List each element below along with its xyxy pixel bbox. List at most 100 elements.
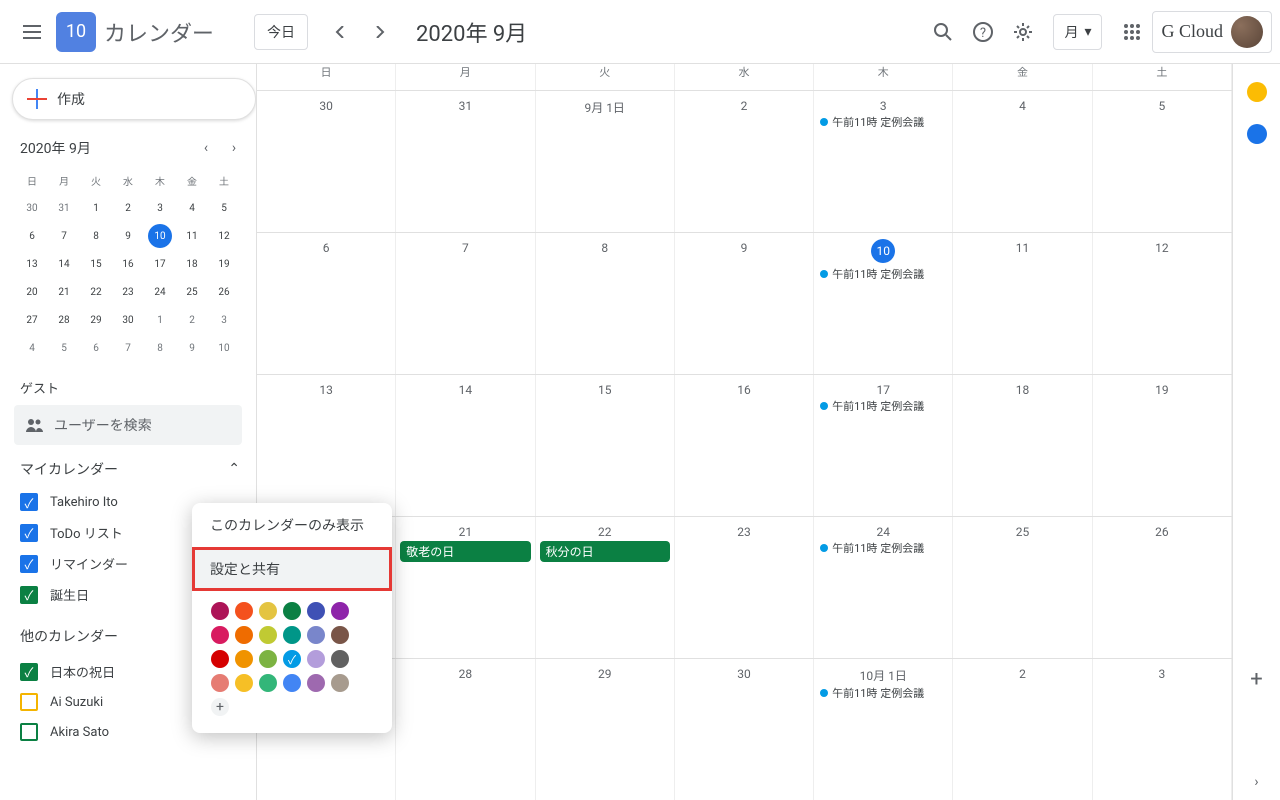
calendar-checkbox[interactable]: ✓ <box>20 586 38 604</box>
holiday-event[interactable]: 敬老の日 <box>400 541 530 562</box>
color-swatch[interactable] <box>235 674 253 692</box>
mini-cal-day[interactable]: 5 <box>48 334 80 362</box>
hamburger-icon[interactable] <box>8 8 56 56</box>
calendar-checkbox[interactable]: ✓ <box>20 524 38 542</box>
grid-cell[interactable]: 3午前11時 定例会議 <box>814 91 953 232</box>
grid-cell[interactable]: 11 <box>953 233 1092 374</box>
mini-calendar[interactable]: 日月火水木金土303112345678910111213141516171819… <box>16 166 240 362</box>
view-select[interactable]: 月▾ <box>1053 14 1102 50</box>
mini-cal-day[interactable]: 17 <box>144 250 176 278</box>
grid-cell[interactable]: 7 <box>396 233 535 374</box>
grid-cell[interactable]: 2 <box>953 659 1092 800</box>
grid-cell[interactable]: 30 <box>257 91 396 232</box>
tasks-icon[interactable] <box>1247 124 1267 144</box>
color-swatch[interactable] <box>211 674 229 692</box>
mini-cal-day[interactable]: 4 <box>176 194 208 222</box>
holiday-event[interactable]: 秋分の日 <box>540 541 670 562</box>
grid-cell[interactable]: 17午前11時 定例会議 <box>814 375 953 516</box>
event-item[interactable]: 午前11時 定例会議 <box>816 397 950 415</box>
calendar-checkbox[interactable]: ✓ <box>20 663 38 681</box>
add-addon-icon[interactable]: + <box>1250 667 1262 752</box>
color-swatch[interactable] <box>283 626 301 644</box>
mini-cal-day[interactable]: 18 <box>176 250 208 278</box>
grid-cell[interactable]: 19 <box>1093 375 1232 516</box>
prev-month-button[interactable] <box>320 12 360 52</box>
grid-cell[interactable]: 5 <box>1093 91 1232 232</box>
grid-cell[interactable]: 24午前11時 定例会議 <box>814 517 953 658</box>
grid-cell[interactable]: 8 <box>536 233 675 374</box>
mini-cal-day[interactable]: 21 <box>48 278 80 306</box>
grid-cell[interactable]: 10月 1日午前11時 定例会議 <box>814 659 953 800</box>
event-item[interactable]: 午前11時 定例会議 <box>816 265 950 283</box>
grid-cell[interactable]: 9 <box>675 233 814 374</box>
mini-cal-day[interactable]: 5 <box>208 194 240 222</box>
mini-cal-day[interactable]: 2 <box>176 306 208 334</box>
color-swatch[interactable] <box>259 626 277 644</box>
color-swatch[interactable] <box>235 650 253 668</box>
mini-cal-day[interactable]: 10 <box>148 224 172 248</box>
grid-cell[interactable]: 21敬老の日 <box>396 517 535 658</box>
mini-cal-day[interactable]: 23 <box>112 278 144 306</box>
mini-cal-day[interactable]: 1 <box>144 306 176 334</box>
mini-cal-day[interactable]: 6 <box>16 222 48 250</box>
mini-cal-day[interactable]: 7 <box>112 334 144 362</box>
mini-cal-day[interactable]: 27 <box>16 306 48 334</box>
mini-cal-day[interactable]: 3 <box>144 194 176 222</box>
grid-cell[interactable]: 2 <box>675 91 814 232</box>
mini-cal-day[interactable]: 1 <box>80 194 112 222</box>
mini-cal-day[interactable]: 28 <box>48 306 80 334</box>
grid-cell[interactable]: 30 <box>675 659 814 800</box>
color-swatch[interactable] <box>307 626 325 644</box>
grid-cell[interactable]: 13 <box>257 375 396 516</box>
calendar-checkbox[interactable] <box>20 723 38 741</box>
mini-cal-day[interactable]: 16 <box>112 250 144 278</box>
grid-cell[interactable]: 15 <box>536 375 675 516</box>
grid-cell[interactable]: 4 <box>953 91 1092 232</box>
color-swatch[interactable] <box>331 602 349 620</box>
color-swatch[interactable] <box>307 602 325 620</box>
event-item[interactable]: 午前11時 定例会議 <box>816 113 950 131</box>
calendar-checkbox[interactable]: ✓ <box>20 493 38 511</box>
mini-cal-day[interactable]: 9 <box>176 334 208 362</box>
event-item[interactable]: 午前11時 定例会議 <box>816 684 950 702</box>
mini-cal-day[interactable]: 24 <box>144 278 176 306</box>
search-users-input[interactable]: ユーザーを検索 <box>14 405 242 445</box>
mini-cal-day[interactable]: 15 <box>80 250 112 278</box>
mini-cal-day[interactable]: 11 <box>176 222 208 250</box>
color-swatch[interactable] <box>283 674 301 692</box>
grid-cell[interactable]: 16 <box>675 375 814 516</box>
grid-cell[interactable]: 18 <box>953 375 1092 516</box>
color-swatch[interactable] <box>259 674 277 692</box>
grid-cell[interactable]: 10午前11時 定例会議 <box>814 233 953 374</box>
next-month-button[interactable] <box>360 12 400 52</box>
mini-cal-day[interactable]: 8 <box>144 334 176 362</box>
color-swatch[interactable] <box>331 626 349 644</box>
grid-cell[interactable]: 9月 1日 <box>536 91 675 232</box>
mini-cal-day[interactable]: 10 <box>208 334 240 362</box>
calendar-checkbox[interactable] <box>20 693 38 711</box>
mini-cal-day[interactable]: 4 <box>16 334 48 362</box>
mini-cal-day[interactable]: 12 <box>208 222 240 250</box>
color-swatch[interactable] <box>211 626 229 644</box>
color-swatch[interactable] <box>211 602 229 620</box>
mini-prev-button[interactable]: ‹ <box>192 134 220 162</box>
mini-cal-day[interactable]: 6 <box>80 334 112 362</box>
settings-icon[interactable] <box>1003 12 1043 52</box>
grid-cell[interactable]: 14 <box>396 375 535 516</box>
collapse-rail-icon[interactable]: › <box>1254 774 1258 800</box>
mini-cal-day[interactable]: 7 <box>48 222 80 250</box>
mini-cal-day[interactable]: 3 <box>208 306 240 334</box>
color-swatch[interactable] <box>235 602 253 620</box>
grid-cell[interactable]: 29 <box>536 659 675 800</box>
grid-cell[interactable]: 28 <box>396 659 535 800</box>
grid-cell[interactable]: 6 <box>257 233 396 374</box>
grid-cell[interactable]: 3 <box>1093 659 1232 800</box>
grid-cell[interactable]: 26 <box>1093 517 1232 658</box>
mini-cal-day[interactable]: 22 <box>80 278 112 306</box>
color-swatch[interactable] <box>259 650 277 668</box>
apps-icon[interactable] <box>1112 12 1152 52</box>
search-icon[interactable] <box>923 12 963 52</box>
create-button[interactable]: 作成 <box>12 78 256 120</box>
grid-cell[interactable]: 25 <box>953 517 1092 658</box>
show-only-this-calendar[interactable]: このカレンダーのみ表示 <box>192 503 392 547</box>
